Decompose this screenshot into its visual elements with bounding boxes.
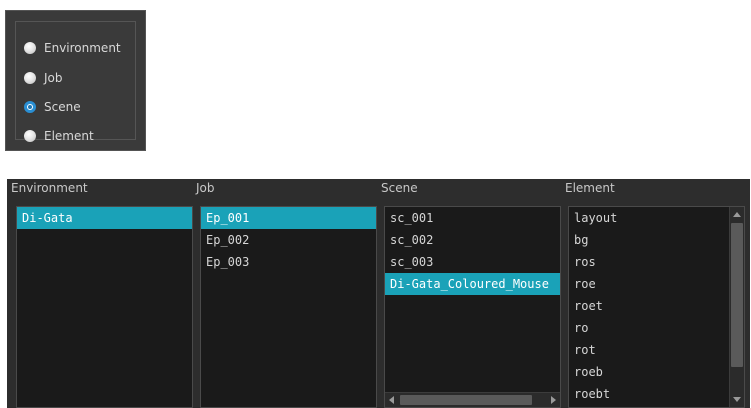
scene-list[interactable]: sc_001 sc_002 sc_003 Di-Gata_Coloured_Mo… <box>384 206 561 408</box>
database-browser: Environment Di-Gata Job Ep_001 Ep_002 Ep… <box>7 179 750 408</box>
element-list-item[interactable]: bg <box>569 229 744 251</box>
element-list[interactable]: layout bg ros roe roet ro rot roeb roebt <box>568 206 745 408</box>
element-list-item[interactable]: roeb <box>569 361 744 383</box>
scene-horizontal-scrollbar[interactable] <box>385 392 560 407</box>
scene-scrollbar-thumb[interactable] <box>400 395 532 405</box>
radio-job[interactable]: Job <box>24 69 63 87</box>
scene-list-item[interactable]: sc_002 <box>385 229 560 251</box>
element-list-item[interactable]: ro <box>569 317 744 339</box>
job-list[interactable]: Ep_001 Ep_002 Ep_003 <box>200 206 377 408</box>
arrow-left-icon[interactable] <box>389 396 394 404</box>
radio-element-indicator[interactable] <box>24 130 36 142</box>
element-list-item[interactable]: rot <box>569 339 744 361</box>
search-level-panel: Environment Job Scene Element <box>5 10 146 151</box>
scene-list-item[interactable]: Di-Gata_Coloured_Mouse <box>385 273 560 295</box>
radio-element[interactable]: Element <box>24 127 94 145</box>
environment-column-header: Environment <box>11 181 88 195</box>
element-list-item[interactable]: ros <box>569 251 744 273</box>
job-list-item[interactable]: Ep_001 <box>201 207 376 229</box>
environment-list[interactable]: Di-Gata <box>16 206 193 408</box>
job-list-item[interactable]: Ep_003 <box>201 251 376 273</box>
scene-list-item[interactable]: sc_003 <box>385 251 560 273</box>
radio-job-label: Job <box>44 71 63 85</box>
radio-scene-indicator[interactable] <box>24 101 36 113</box>
arrow-up-icon[interactable] <box>733 212 741 217</box>
page: Environment Job Scene Element Environmen… <box>0 0 751 408</box>
element-column-header: Element <box>565 181 615 195</box>
radio-environment[interactable]: Environment <box>24 39 121 57</box>
scene-column-header: Scene <box>381 181 418 195</box>
radio-job-indicator[interactable] <box>24 72 36 84</box>
element-list-item[interactable]: roe <box>569 273 744 295</box>
arrow-down-icon[interactable] <box>733 397 741 402</box>
radio-scene-label: Scene <box>44 100 81 114</box>
element-scrollbar-thumb[interactable] <box>731 223 743 367</box>
job-list-item[interactable]: Ep_002 <box>201 229 376 251</box>
element-vertical-scrollbar[interactable] <box>729 207 744 407</box>
radio-environment-label: Environment <box>44 41 121 55</box>
radio-scene[interactable]: Scene <box>24 98 81 116</box>
radio-element-label: Element <box>44 129 94 143</box>
environment-list-item[interactable]: Di-Gata <box>17 207 192 229</box>
element-list-item[interactable]: roebt <box>569 383 744 405</box>
scene-list-item[interactable]: sc_001 <box>385 207 560 229</box>
job-column-header: Job <box>196 181 215 195</box>
radio-environment-indicator[interactable] <box>24 42 36 54</box>
element-list-item[interactable]: roet <box>569 295 744 317</box>
arrow-right-icon[interactable] <box>551 396 556 404</box>
element-list-item[interactable]: layout <box>569 207 744 229</box>
